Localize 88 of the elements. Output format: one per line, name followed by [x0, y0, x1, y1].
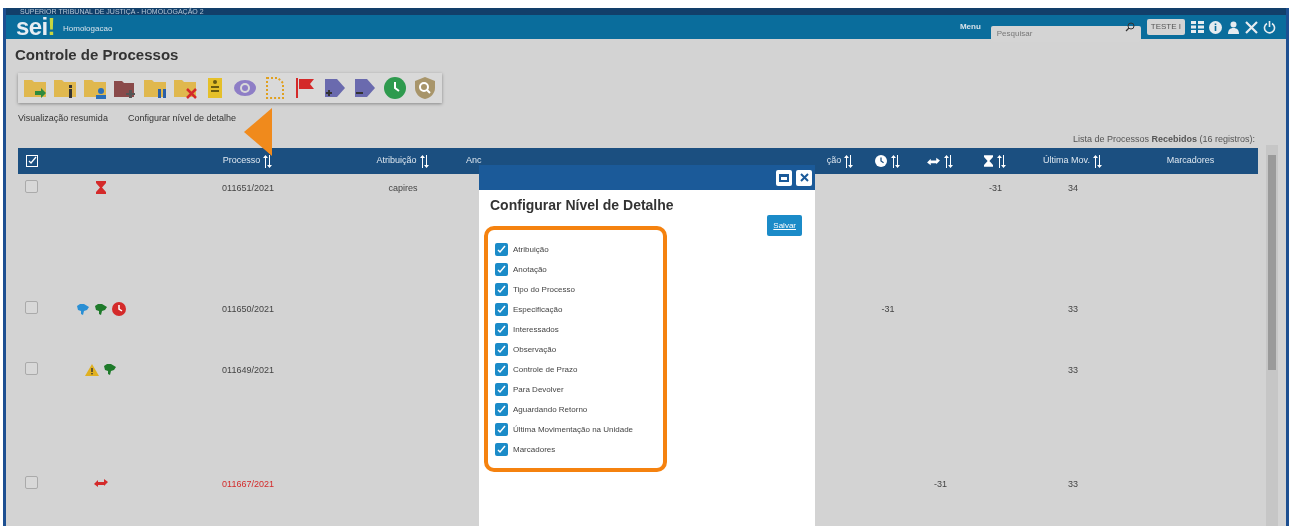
transfer-arrows-icon: [93, 477, 108, 489]
option-checkbox[interactable]: [495, 283, 508, 296]
hourglass-icon: [984, 155, 993, 167]
column-header[interactable]: Atribuição: [376, 154, 417, 168]
clock-icon[interactable]: [383, 76, 407, 100]
sort-icon[interactable]: [418, 154, 430, 168]
option-checkbox[interactable]: [495, 263, 508, 276]
search-icon[interactable]: [1124, 22, 1135, 32]
scrollbar[interactable]: [1266, 145, 1278, 526]
process-number-link[interactable]: 011651/2021: [222, 182, 274, 196]
row-checkbox[interactable]: [25, 362, 38, 375]
user-icon[interactable]: [1227, 20, 1240, 34]
warning-icon: [84, 363, 99, 376]
hourglass-icon: [95, 181, 106, 194]
column-header[interactable]: Processo: [222, 154, 261, 168]
maximize-button[interactable]: [776, 169, 792, 186]
table-cell-text: -31: [881, 303, 895, 316]
option-label: Atribuição: [513, 243, 549, 256]
unit-button[interactable]: TESTE I: [1146, 19, 1185, 35]
transfer-arrows-icon: [927, 155, 940, 167]
logo: sei!: [16, 15, 55, 39]
option-checkbox[interactable]: [495, 383, 508, 396]
column-header[interactable]: Última Mov.: [1043, 154, 1090, 168]
sort-icon[interactable]: [890, 154, 901, 168]
page-title: Controle de Processos: [15, 46, 180, 64]
view-link[interactable]: Configurar nível de detalhe: [127, 112, 236, 126]
option-checkbox[interactable]: [495, 343, 508, 356]
option-checkbox[interactable]: [495, 323, 508, 336]
sort-icon[interactable]: [1091, 154, 1103, 168]
table-cell-text: -31: [934, 478, 947, 491]
maximize-icon: [779, 173, 789, 182]
map-shape-icon: [102, 363, 117, 376]
option-label: Aguardando Retorno: [513, 403, 588, 416]
dialog-title: Configurar Nível de Detalhe: [490, 196, 674, 215]
option-label: Especificação: [513, 303, 563, 316]
option-checkbox[interactable]: [495, 303, 508, 316]
table-cell-text: 34: [1068, 182, 1078, 195]
option-label: Marcadores: [513, 443, 556, 456]
column-header[interactable]: Anc: [466, 155, 482, 166]
process-number-link[interactable]: 011650/2021: [222, 303, 274, 317]
map-shape-icon: [93, 302, 108, 316]
sort-icon[interactable]: [262, 154, 274, 168]
row-checkbox[interactable]: [25, 301, 38, 314]
column-header: Marcadores: [1166, 154, 1215, 168]
clock-icon: [111, 302, 126, 316]
option-label: Controle de Prazo: [513, 363, 578, 376]
sort-icon[interactable]: [996, 154, 1007, 168]
table-cell-text: -31: [989, 182, 1002, 195]
option-checkbox[interactable]: [495, 443, 508, 456]
list-caption: Lista de Processos Recebidos (16 registros):: [1072, 132, 1255, 146]
option-label: Interessados: [513, 323, 559, 336]
option-label: Tipo do Processo: [513, 283, 575, 296]
table-cell-text: 33: [1068, 478, 1078, 491]
sort-icon[interactable]: [943, 154, 954, 168]
environment-label: Homologacao: [63, 23, 113, 35]
option-checkbox[interactable]: [495, 423, 508, 436]
map-shape-icon: [75, 302, 90, 316]
shield-search-icon[interactable]: [413, 76, 437, 100]
pointer-arrow-icon: [244, 108, 272, 156]
table-cell-text: 33: [1068, 303, 1078, 316]
select-all-checkbox[interactable]: [26, 155, 38, 167]
view-link[interactable]: Visualização resumida: [18, 112, 108, 126]
option-checkbox[interactable]: [495, 363, 508, 376]
tag-add-icon[interactable]: [323, 76, 347, 100]
row-checkbox[interactable]: [25, 476, 38, 489]
option-checkbox[interactable]: [495, 403, 508, 416]
table-cell-text: capires: [388, 182, 418, 195]
sort-icon[interactable]: [843, 154, 855, 168]
info-icon[interactable]: [1209, 20, 1222, 34]
search-field[interactable]: Pesquisar: [990, 25, 1141, 42]
process-number-link[interactable]: 011649/2021: [222, 364, 274, 378]
clock-icon: [875, 155, 887, 167]
table-cell-text: 33: [1068, 364, 1078, 377]
flag-icon[interactable]: [293, 76, 317, 100]
close-button[interactable]: [796, 169, 812, 186]
option-label: Anotação: [513, 263, 547, 276]
option-checkbox[interactable]: [495, 243, 508, 256]
row-checkbox[interactable]: [25, 180, 38, 193]
option-label: Para Devolver: [513, 383, 564, 396]
option-label: Observação: [513, 343, 557, 356]
power-icon[interactable]: [1263, 20, 1276, 34]
close-icon: [799, 173, 809, 182]
option-label: Última Movimentação na Unidade: [513, 423, 634, 436]
save-button[interactable]: Salvar: [767, 215, 802, 236]
menu-link[interactable]: Menu: [959, 21, 981, 33]
tag-remove-icon[interactable]: [353, 76, 377, 100]
grid-icon[interactable]: [1191, 21, 1204, 33]
column-header[interactable]: ção: [826, 154, 842, 168]
